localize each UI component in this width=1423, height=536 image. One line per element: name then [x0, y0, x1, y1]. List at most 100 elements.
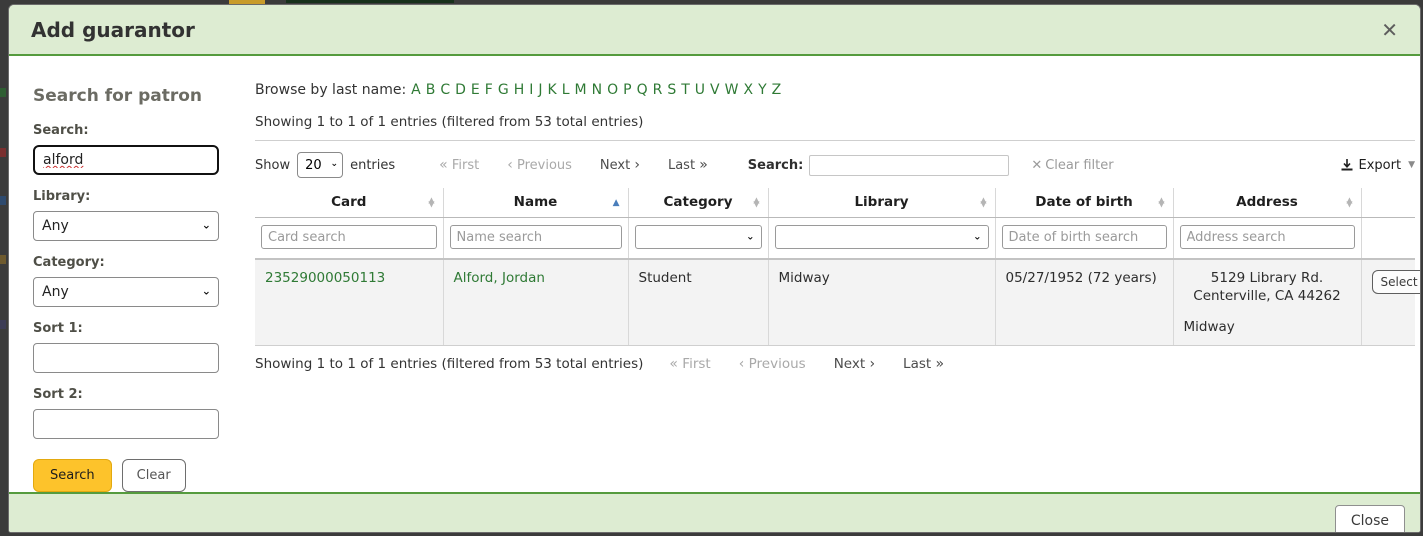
entries-summary-top: Showing 1 to 1 of 1 entries (filtered fr…	[255, 114, 1415, 130]
browse-letter-l[interactable]: L	[562, 82, 570, 98]
last-page-button[interactable]: Last »	[668, 157, 708, 173]
clear-button[interactable]: Clear	[122, 459, 186, 492]
sort-icon: ▲▼	[428, 198, 434, 207]
sort2-input[interactable]	[33, 409, 219, 439]
export-label: Export	[1359, 158, 1402, 173]
category-select[interactable]: Any	[33, 277, 219, 307]
browse-letter-u[interactable]: U	[695, 82, 705, 98]
sort-icon: ▲▼	[980, 198, 986, 207]
show-label: Show	[255, 158, 290, 173]
dob-filter-input[interactable]	[1002, 225, 1167, 249]
column-header-library[interactable]: Library ▲▼	[768, 188, 995, 218]
pagination-bottom: « First ‹ Previous Next › Last »	[655, 356, 958, 372]
column-header-date-of-birth[interactable]: Date of birth ▲▼	[995, 188, 1173, 218]
browse-letter-i[interactable]: I	[529, 82, 533, 98]
category-label: Category:	[33, 255, 247, 270]
browse-letter-n[interactable]: N	[592, 82, 602, 98]
background-fragment	[0, 320, 6, 329]
last-page-button[interactable]: Last »	[903, 356, 944, 372]
column-header-category[interactable]: Category ▲▼	[628, 188, 768, 218]
browse-letter-k[interactable]: K	[548, 82, 557, 98]
library-select[interactable]: Any	[33, 211, 219, 241]
browse-letter-q[interactable]: Q	[637, 82, 648, 98]
sort-icon: ▲▼	[753, 198, 759, 207]
browse-letter-b[interactable]: B	[426, 82, 436, 98]
browse-letter-z[interactable]: Z	[772, 82, 782, 98]
library-cell: Midway	[779, 270, 830, 286]
previous-page-button[interactable]: ‹ Previous	[739, 356, 806, 372]
select-patron-button[interactable]: Select	[1372, 270, 1422, 294]
browse-letter-s[interactable]: S	[667, 82, 676, 98]
export-button[interactable]: Export ▼	[1340, 158, 1415, 173]
sort2-label: Sort 2:	[33, 387, 247, 402]
address-filter-input[interactable]	[1180, 225, 1355, 249]
browse-letter-m[interactable]: M	[575, 82, 587, 98]
clear-filter-x-icon: ✕	[1031, 158, 1042, 173]
sort1-label: Sort 1:	[33, 321, 247, 336]
previous-page-button[interactable]: ‹ Previous	[507, 157, 572, 173]
name-filter-input[interactable]	[450, 225, 622, 249]
browse-letter-y[interactable]: Y	[758, 82, 767, 98]
entries-summary-bottom: Showing 1 to 1 of 1 entries (filtered fr…	[255, 356, 643, 372]
results-panel: Browse by last name:ABCDEFGHIJKLMNOPQRST…	[247, 56, 1421, 492]
patron-name-link[interactable]: Alford, Jordan	[454, 270, 545, 286]
table-search-input[interactable]	[809, 155, 1009, 176]
sort1-input[interactable]	[33, 343, 219, 373]
column-header-address[interactable]: Address ▲▼	[1173, 188, 1361, 218]
browse-label: Browse by last name:	[255, 82, 406, 98]
close-button[interactable]: Close	[1335, 505, 1405, 534]
category-filter-select[interactable]	[635, 225, 762, 249]
browse-letter-p[interactable]: P	[623, 82, 631, 98]
card-number-link[interactable]: 23529000050113	[265, 270, 385, 286]
patron-search-input[interactable]	[33, 145, 219, 175]
sort-icon: ▲▼	[1158, 198, 1164, 207]
next-page-button[interactable]: Next ›	[600, 157, 640, 173]
browse-letter-j[interactable]: J	[538, 82, 542, 98]
browse-letter-w[interactable]: W	[725, 82, 739, 98]
modal-body: Search for patron Search: Library: Any ⌄…	[9, 56, 1420, 492]
patron-results-table: Card ▲▼ Name ▲ Category ▲▼ Library	[255, 188, 1415, 346]
search-button[interactable]: Search	[33, 459, 112, 492]
browse-letter-f[interactable]: F	[485, 82, 493, 98]
background-fragment	[0, 196, 6, 205]
sort-ascending-icon: ▲	[613, 198, 620, 208]
caret-down-icon: ▼	[1408, 160, 1415, 170]
browse-letter-a[interactable]: A	[411, 82, 421, 98]
table-controls: Show 20 ⌄ entries « First ‹ Previous Nex…	[255, 152, 1415, 178]
browse-letter-x[interactable]: X	[743, 82, 753, 98]
entries-label: entries	[350, 158, 395, 173]
modal-footer: Close	[9, 492, 1420, 533]
patron-search-sidebar: Search for patron Search: Library: Any ⌄…	[9, 56, 247, 492]
browse-letter-v[interactable]: V	[710, 82, 720, 98]
browse-letters: ABCDEFGHIJKLMNOPQRSTUVWXYZ	[406, 82, 781, 98]
modal-title: Add guarantor	[31, 18, 195, 42]
address-cell: 5129 Library Rd. Centerville, CA 44262	[1184, 270, 1351, 305]
browse-letter-h[interactable]: H	[514, 82, 525, 98]
column-header-name[interactable]: Name ▲	[443, 188, 628, 218]
page-length-select[interactable]: 20	[297, 152, 343, 178]
sort-icon: ▲▼	[1346, 198, 1352, 207]
table-header-row: Card ▲▼ Name ▲ Category ▲▼ Library	[255, 188, 1415, 218]
column-header-card[interactable]: Card ▲▼	[255, 188, 443, 218]
clear-filter-button[interactable]: ✕Clear filter	[1031, 158, 1113, 173]
category-cell: Student	[639, 270, 692, 286]
first-page-button[interactable]: « First	[669, 356, 710, 372]
card-filter-input[interactable]	[261, 225, 437, 249]
library-label: Library:	[33, 189, 247, 204]
first-page-button[interactable]: « First	[439, 157, 479, 173]
next-page-button[interactable]: Next ›	[834, 356, 875, 372]
add-guarantor-modal: Add guarantor ✕ Search for patron Search…	[8, 4, 1421, 533]
close-icon[interactable]: ✕	[1381, 20, 1398, 40]
browse-letter-g[interactable]: G	[498, 82, 509, 98]
browse-letter-r[interactable]: R	[653, 82, 663, 98]
download-icon	[1340, 158, 1354, 172]
browse-letter-c[interactable]: C	[440, 82, 450, 98]
table-search-label: Search:	[748, 158, 804, 173]
library-filter-select[interactable]	[775, 225, 989, 249]
background-fragment	[286, 0, 454, 3]
browse-letter-d[interactable]: D	[455, 82, 466, 98]
browse-letter-e[interactable]: E	[471, 82, 480, 98]
browse-letter-o[interactable]: O	[607, 82, 618, 98]
modal-header: Add guarantor ✕	[9, 5, 1420, 56]
browse-letter-t[interactable]: T	[681, 82, 690, 98]
